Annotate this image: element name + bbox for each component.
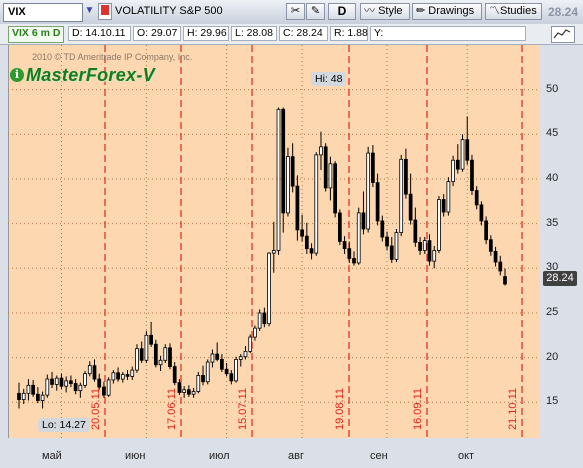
- open-field: O: 29.07: [133, 26, 181, 41]
- x-month-label: июн: [125, 450, 146, 462]
- date-marker-label: 20.05.11: [90, 387, 102, 430]
- chart-icon: [553, 29, 571, 39]
- date-marker-label: 17.06.11: [166, 387, 178, 430]
- symbol-description: VOLATILITY S&P 500: [115, 5, 223, 17]
- drawings-label: Drawings: [428, 5, 475, 17]
- pencil-icon: ✏: [416, 5, 426, 17]
- lo-label: Lo: 14.27: [38, 418, 90, 432]
- range-field: R: 1.88: [330, 26, 368, 41]
- chart-settings-button[interactable]: [551, 26, 575, 43]
- style-label: Style: [378, 5, 403, 17]
- chart-plot-area[interactable]: [8, 45, 541, 438]
- top-toolbar: VIX ▼ VOLATILITY S&P 500 ✂ ✎ D 〰 Style ✏…: [0, 0, 583, 25]
- symbol-dropdown-icon[interactable]: ▼: [83, 3, 96, 20]
- y-tick-label: 35: [546, 216, 559, 229]
- symbol-input[interactable]: VIX: [3, 3, 83, 22]
- studies-icon: 〽: [489, 5, 500, 17]
- y-tick-label: 45: [546, 127, 559, 140]
- close-field: C: 28.24: [279, 26, 328, 41]
- studies-label: Studies: [500, 5, 537, 17]
- last-price-tag: 28.24: [543, 271, 577, 286]
- x-month-label: окт: [458, 450, 475, 462]
- y-tick-label: 25: [546, 305, 559, 318]
- copyright-watermark: 2010 © TD Ameritrade IP Company, Inc.: [32, 52, 193, 62]
- period-label[interactable]: VIX 6 m D: [8, 26, 65, 43]
- crosshair-tool-icon[interactable]: ✂: [286, 3, 305, 20]
- drawings-button[interactable]: ✏ Drawings: [412, 3, 482, 20]
- y-field: Y:: [370, 26, 526, 41]
- price-axis[interactable]: [539, 45, 583, 438]
- y-tick-label: 20: [546, 350, 559, 363]
- studies-button[interactable]: 〽Studies: [485, 3, 542, 20]
- last-price: 28.24: [548, 5, 579, 19]
- info-icon[interactable]: i: [10, 68, 24, 82]
- style-icon: 〰: [364, 5, 375, 17]
- x-month-label: сен: [370, 450, 388, 462]
- y-tick-label: 40: [546, 171, 559, 184]
- link-symbol-icon[interactable]: [98, 3, 112, 20]
- style-button[interactable]: 〰 Style: [360, 3, 410, 20]
- brand-watermark: MasterForex-V: [26, 65, 155, 85]
- y-tick-label: 15: [546, 395, 559, 408]
- symbol-value: VIX: [8, 6, 26, 18]
- date-marker-label: 16.09.11: [412, 387, 424, 430]
- low-field: L: 28.08: [231, 26, 277, 41]
- x-month-label: июл: [209, 450, 230, 462]
- date-field: D: 14.10.11: [68, 26, 131, 41]
- settings-wrench-icon[interactable]: ✎: [306, 3, 325, 20]
- hi-label: Hi: 48: [311, 72, 347, 86]
- y-tick-label: 50: [546, 82, 559, 95]
- x-month-label: авг: [288, 450, 304, 462]
- high-field: H: 29.96: [183, 26, 229, 41]
- left-gutter: [0, 45, 8, 468]
- x-month-label: май: [42, 450, 62, 462]
- info-bar: VIX 6 m D D: 14.10.11 O: 29.07 H: 29.96 …: [0, 24, 583, 45]
- date-marker-label: 21.10.11: [507, 387, 519, 430]
- aggregation-button[interactable]: D: [328, 3, 356, 20]
- date-marker-label: 19.08.11: [334, 387, 346, 430]
- date-marker-label: 15.07.11: [237, 387, 249, 430]
